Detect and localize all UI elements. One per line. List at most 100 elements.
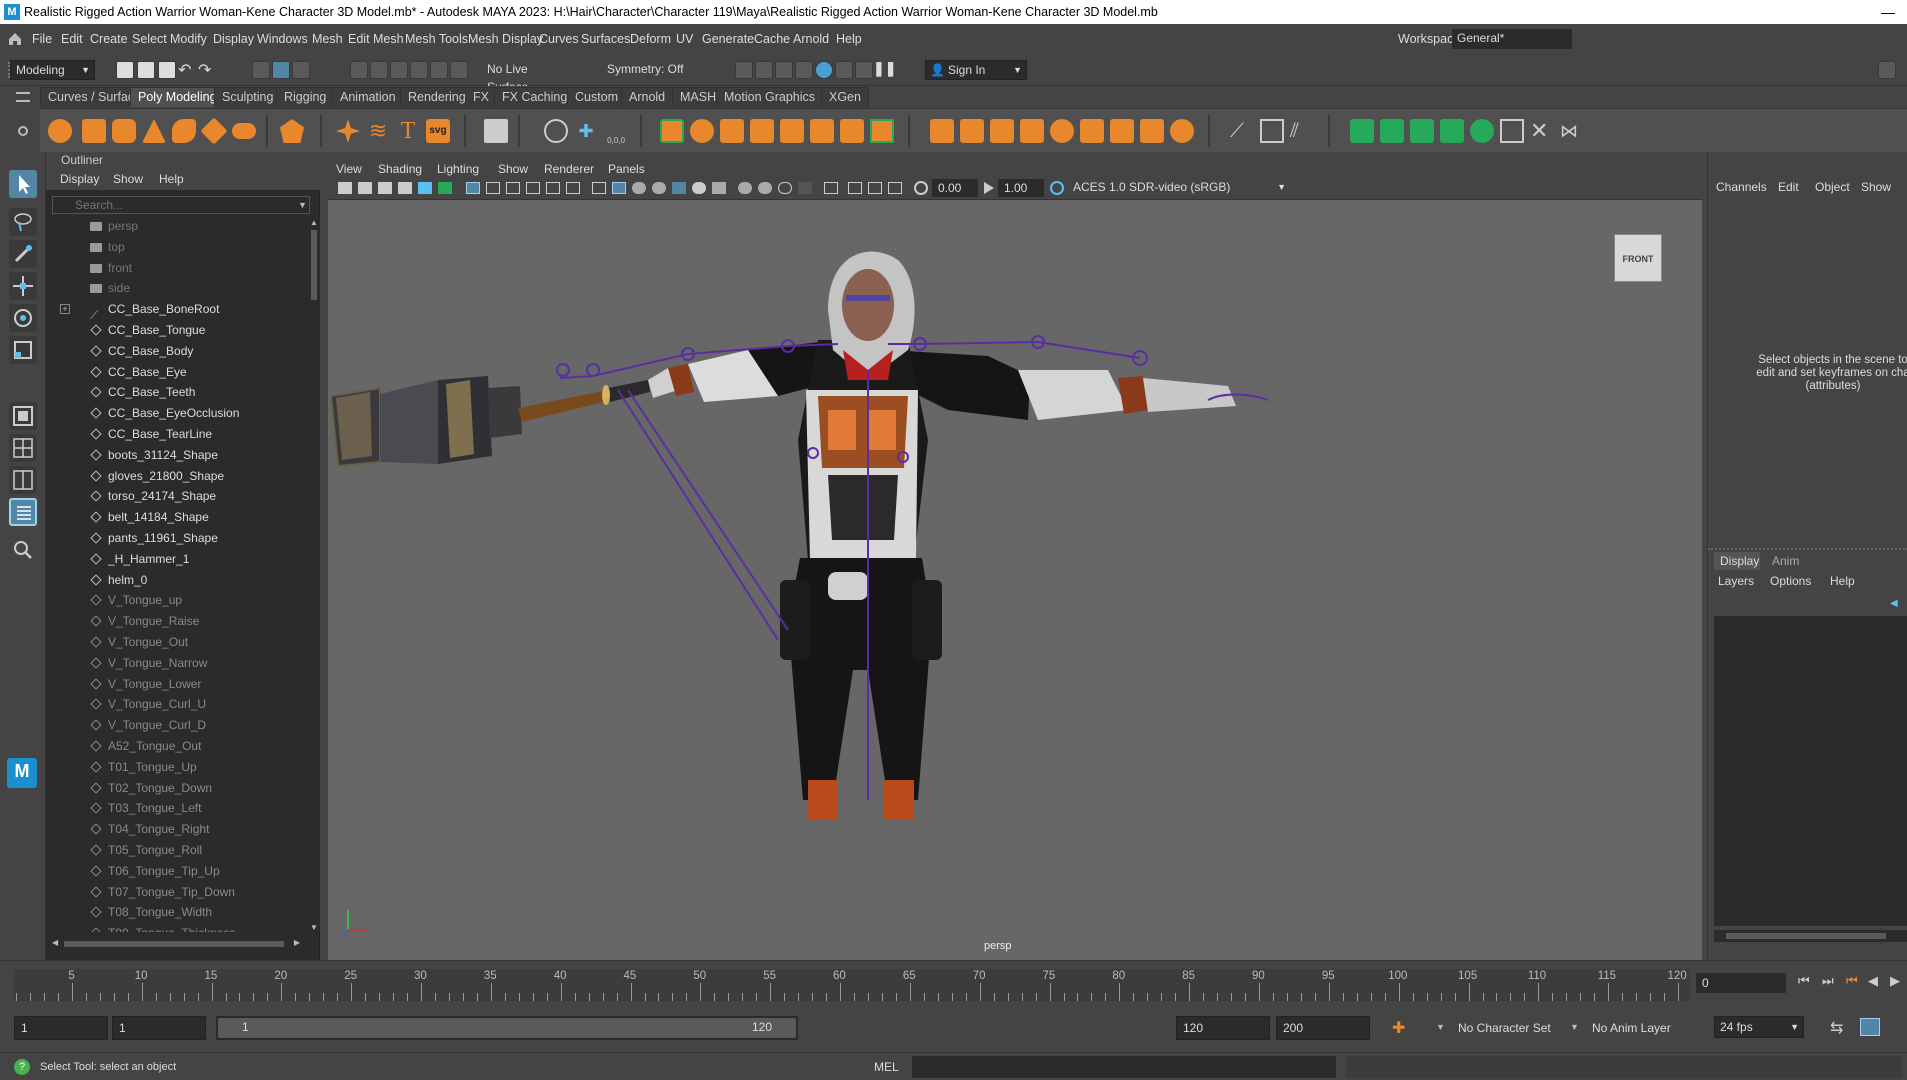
playback-end-field[interactable]: 120 [1176,1016,1270,1040]
circularize-icon[interactable] [1170,119,1194,143]
mel-command-input[interactable] [912,1056,1336,1078]
poly-cube-icon[interactable] [82,119,106,143]
search-icon[interactable] [9,536,37,564]
outliner-item[interactable]: CC_Base_Eye [46,362,308,383]
menu-arnold[interactable]: Arnold [793,24,829,54]
redo-icon[interactable]: ↷ [198,60,211,80]
sidebar-settings-icon[interactable] [1878,61,1896,79]
layer-h-scrollbar[interactable] [1714,930,1907,942]
lock-camera-icon[interactable] [358,182,372,194]
outliner-item[interactable]: T09_Tongue_Thickness [46,923,308,932]
outliner-item[interactable]: CC_Base_EyeOcclusion [46,403,308,424]
paint-select-tool-icon[interactable] [9,240,37,268]
mirror-icon[interactable] [750,119,774,143]
play-backwards-icon[interactable]: ◀ [1868,973,1878,989]
auto-key-icon[interactable]: ✚ [1392,1018,1405,1038]
outliner-item[interactable]: _H_Hammer_1 [46,549,308,570]
smooth-icon[interactable] [720,119,744,143]
sign-in-button[interactable]: 👤 Sign In ▼ [925,60,1027,80]
xray-components-icon[interactable] [888,182,902,194]
open-scene-icon[interactable] [137,61,155,79]
outliner-item[interactable]: CC_Base_Body [46,341,308,362]
outliner-item[interactable]: side [46,278,308,299]
make-hole-icon[interactable] [1080,119,1104,143]
scroll-up-icon[interactable]: ▲ [310,218,318,227]
camera-attributes-icon[interactable] [378,182,392,194]
menu-mesh[interactable]: Mesh [312,24,343,54]
offset-edge-loop-icon[interactable]: ⫽ [1290,119,1314,143]
outliner-item[interactable]: front [46,258,308,279]
uv-automatic-icon[interactable] [1440,119,1464,143]
shelf-settings-icon[interactable] [18,126,28,136]
poly-disc-icon[interactable] [232,123,256,139]
grid-toggle-icon[interactable] [466,182,480,194]
outliner-item[interactable]: CC_Base_Teeth [46,382,308,403]
outliner-item[interactable]: T04_Tongue_Right [46,819,308,840]
multi-cut-icon[interactable]: ⟋ [1230,119,1254,143]
play-forwards-icon[interactable]: ▶ [1890,973,1900,989]
shadows-icon[interactable] [712,182,726,194]
gate-mask-icon[interactable] [526,182,540,194]
super-shape-icon[interactable] [336,119,360,143]
menu-deform[interactable]: Deform [630,24,671,54]
ambient-occlusion-icon[interactable] [738,182,752,194]
view-cube[interactable]: FRONT [1610,230,1666,286]
step-back-frame-icon[interactable]: ⏮ [1846,973,1858,989]
channel-menu-object[interactable]: Object [1815,180,1850,194]
view-transform-dropdown[interactable]: ACES 1.0 SDR-video (sRGB) ▼ [1068,179,1290,197]
layer-tab-anim[interactable]: Anim [1766,552,1812,570]
outliner-item[interactable]: T05_Tongue_Roll [46,840,308,861]
tab-rigging[interactable]: Rigging [276,87,335,107]
isolate-select-icon[interactable] [824,182,838,194]
home-icon[interactable] [8,32,22,46]
arnold-ipr-icon[interactable] [835,61,853,79]
layer-menu-help[interactable]: Help [1830,574,1855,588]
outliner-menu-display[interactable]: Display [60,168,99,190]
arnold-stop-icon[interactable] [855,61,873,79]
svg-tool-icon[interactable]: svg [426,119,450,143]
search-options-arrow-icon[interactable]: ▼ [298,200,307,210]
exposure-field[interactable]: 0.00 [932,179,978,197]
outliner-search-input[interactable] [52,196,310,214]
outliner-item[interactable]: T07_Tongue_Tip_Down [46,882,308,903]
outliner-item[interactable]: V_Tongue_up [46,590,308,611]
outliner-item[interactable]: T03_Tongue_Left [46,798,308,819]
workspace-dropdown[interactable]: General* [1452,29,1572,49]
outliner-item[interactable]: + ⟋ CC_Base_BoneRoot [46,299,308,322]
uv-spherical-icon[interactable] [1410,119,1434,143]
menu-create[interactable]: Create [90,24,128,54]
collapse-icon[interactable] [1110,119,1134,143]
time-slider-bar[interactable]: 5 10 15 20 25 30 35 40 45 50 55 60 65 70 75 80 85 90 95 100… [14,969,1690,1001]
outliner-item[interactable]: persp [46,218,308,237]
image-plane-icon[interactable] [418,182,432,194]
viewport-scene[interactable]: FRONT persp [328,200,1702,960]
color-management-icon[interactable] [1050,181,1064,195]
layer-scroll-thumb[interactable] [1726,933,1886,939]
tab-rendering[interactable]: Rendering [400,87,474,107]
uv-cut-icon[interactable]: ✕ [1530,119,1554,143]
menu-windows[interactable]: Windows [257,24,308,54]
loop-icon[interactable]: ⇆ [1830,1018,1843,1038]
default-material-icon[interactable] [632,182,646,194]
outliner-item[interactable]: V_Tongue_Out [46,632,308,653]
step-back-key-icon[interactable]: ⏭ [1822,973,1834,989]
snap-projected-icon[interactable] [410,61,428,79]
uv-unfold-icon[interactable] [1470,119,1494,143]
snap-point-icon[interactable] [390,61,408,79]
new-scene-icon[interactable] [116,61,134,79]
tab-poly-modeling[interactable]: Poly Modeling [130,87,225,107]
depth-of-field-icon[interactable] [798,182,812,194]
arnold-render-view-icon[interactable] [815,61,833,79]
insert-edge-loop-icon[interactable] [1260,119,1284,143]
grease-pencil-icon[interactable] [438,182,452,194]
animation-start-field[interactable]: 1 [14,1016,108,1040]
channel-menu-show[interactable]: Show [1861,180,1891,194]
uv-layout-icon[interactable] [1500,119,1524,143]
select-by-object-icon[interactable] [272,61,290,79]
render-settings-icon[interactable] [775,61,793,79]
remesh-icon[interactable] [840,119,864,143]
view-cube-front-face[interactable]: FRONT [1614,234,1662,282]
character-set-dropdown[interactable]: No Character Set [1458,1021,1551,1035]
pause-icon[interactable]: ❚❚ [873,60,896,77]
gamma-field[interactable]: 1.00 [998,179,1044,197]
